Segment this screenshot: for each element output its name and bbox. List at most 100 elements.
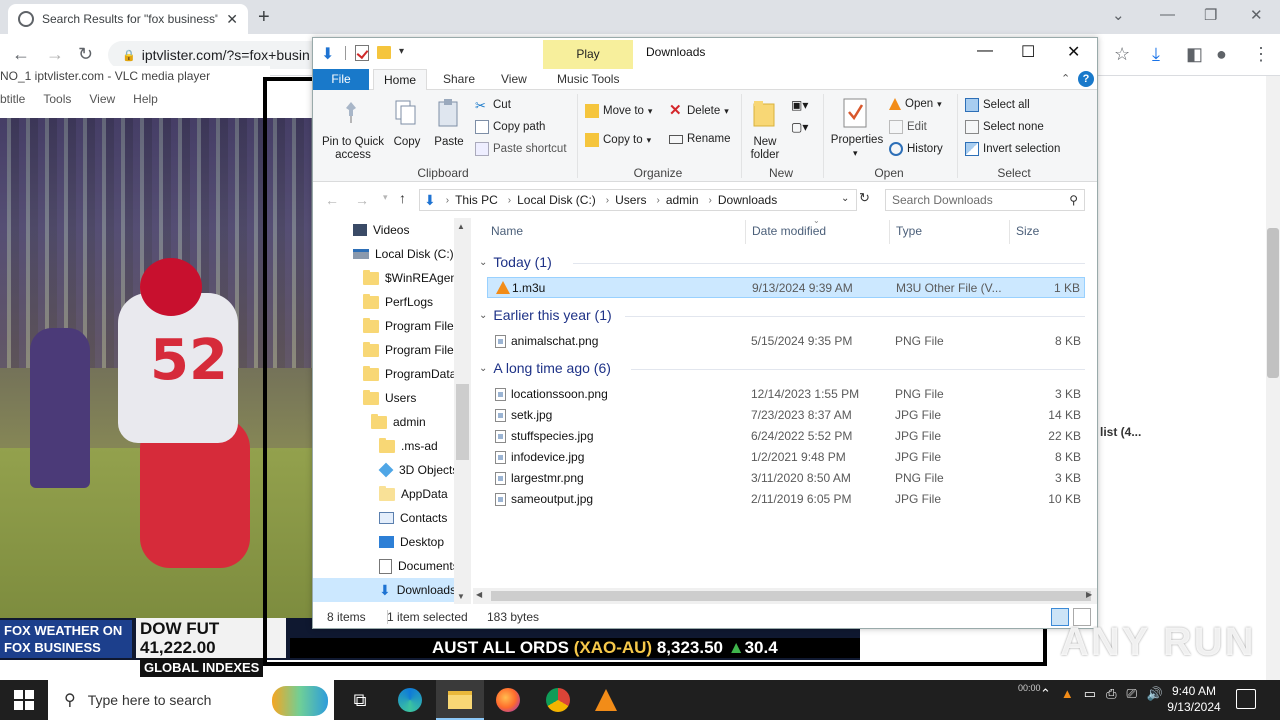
tab-share[interactable]: Share bbox=[443, 72, 475, 86]
web-page-text[interactable]: list (4... bbox=[1100, 425, 1141, 439]
tray-app-icon[interactable]: ▭ bbox=[1084, 686, 1096, 702]
nav-item-programdata[interactable]: ProgramData bbox=[363, 362, 456, 386]
nav-item-documents[interactable]: Documents bbox=[379, 554, 459, 578]
vlc-menu-help[interactable]: Help bbox=[133, 92, 158, 112]
breadcrumb[interactable]: ⬇ › This PC › Local Disk (C:) › Users › … bbox=[419, 189, 857, 211]
file-row[interactable]: animalschat.png 5/15/2024 9:35 PM PNG Fi… bbox=[487, 331, 1085, 352]
close-tab-icon[interactable]: ✕ bbox=[226, 11, 238, 28]
properties-button[interactable]: Properties bbox=[827, 134, 887, 147]
nav-item-admin[interactable]: admin bbox=[371, 410, 426, 434]
copy-to-button[interactable]: Copy to ▾ bbox=[585, 133, 651, 147]
browser-tab[interactable]: Search Results for "fox business" ✕ bbox=[8, 4, 248, 34]
page-scrollbar[interactable] bbox=[1266, 76, 1280, 680]
ribbon-collapse-icon[interactable]: ⌃ bbox=[1061, 72, 1070, 85]
scroll-down-arrow-icon[interactable]: ▼ bbox=[457, 592, 465, 601]
nav-item-3d-objects[interactable]: 3D Objects bbox=[378, 458, 458, 482]
tab-home[interactable]: Home bbox=[373, 69, 427, 90]
nav-item-winreagent[interactable]: $WinREAgent bbox=[363, 266, 460, 290]
back-arrow-icon[interactable]: ← bbox=[12, 44, 30, 65]
windows-start-icon[interactable] bbox=[14, 690, 34, 710]
vlc-menu-subtitle[interactable]: btitle bbox=[0, 92, 25, 112]
file-row[interactable]: 1.m3u 9/13/2024 9:39 AM M3U Other File (… bbox=[487, 277, 1085, 298]
kebab-menu-icon[interactable]: ⋮ bbox=[1252, 44, 1270, 65]
select-all-button[interactable]: Select all bbox=[965, 98, 1030, 112]
tab-music-tools[interactable]: Music Tools bbox=[557, 72, 619, 86]
easy-access-icon[interactable]: ▢▾ bbox=[791, 120, 813, 136]
horizontal-scrollbar-thumb[interactable] bbox=[491, 591, 1091, 601]
back-arrow-icon[interactable]: ← bbox=[325, 192, 339, 208]
explorer-close-button[interactable]: ✕ bbox=[1067, 42, 1080, 62]
group-header-earlier-this-year[interactable]: ⌄ Earlier this year (1) bbox=[479, 307, 612, 323]
minimize-button[interactable]: — bbox=[1160, 6, 1175, 23]
up-arrow-icon[interactable]: ↑ bbox=[399, 190, 406, 206]
taskbar-clock[interactable]: 9:40 AM 9/13/2024 bbox=[1162, 683, 1226, 715]
file-row[interactable]: setk.jpg 7/23/2023 8:37 AM JPG File 14 K… bbox=[487, 405, 1085, 426]
file-explorer-icon[interactable] bbox=[446, 686, 474, 714]
chevron-down-icon[interactable]: ⌄ bbox=[1112, 6, 1125, 24]
qa-dropdown-icon[interactable]: ▾ bbox=[399, 46, 404, 57]
profile-avatar-icon[interactable]: ● bbox=[1216, 44, 1227, 65]
breadcrumb-admin[interactable]: admin bbox=[666, 193, 699, 207]
close-button[interactable]: ✕ bbox=[1250, 6, 1263, 24]
group-header-today[interactable]: ⌄ Today (1) bbox=[479, 254, 552, 270]
copy-path-button[interactable]: Copy path bbox=[475, 120, 545, 134]
delete-button[interactable]: ✕ Delete ▾ bbox=[669, 103, 729, 118]
restore-button[interactable]: ❐ bbox=[1204, 6, 1217, 24]
nav-item-downloads[interactable]: ⬇ Downloads bbox=[313, 578, 456, 602]
open-button[interactable]: Open ▾ bbox=[889, 98, 942, 110]
tray-chevron-up-icon[interactable]: ⌃ bbox=[1040, 686, 1051, 702]
breadcrumb-this-pc[interactable]: This PC bbox=[455, 193, 498, 207]
edit-button[interactable]: Edit bbox=[889, 120, 927, 134]
volume-icon[interactable]: 🔊 bbox=[1147, 686, 1163, 702]
play-contextual-tab[interactable]: Play bbox=[543, 40, 633, 69]
nav-item-videos[interactable]: Videos bbox=[353, 218, 409, 242]
refresh-icon[interactable]: ↻ bbox=[859, 190, 870, 206]
page-scrollbar-thumb[interactable] bbox=[1267, 228, 1279, 378]
notification-icon[interactable] bbox=[1236, 689, 1256, 709]
invert-selection-button[interactable]: Invert selection bbox=[965, 142, 1060, 156]
forward-arrow-icon[interactable]: → bbox=[46, 44, 64, 65]
firefox-icon[interactable] bbox=[494, 686, 522, 714]
address-dropdown-icon[interactable]: ⌄ bbox=[841, 193, 849, 204]
pin-to-quick-access-button[interactable]: Pin to Quick access bbox=[317, 136, 389, 162]
tab-file[interactable]: File bbox=[313, 69, 369, 90]
network-icon[interactable]: ⎚ bbox=[1126, 686, 1136, 702]
nav-item-ms-ad[interactable]: .ms-ad bbox=[379, 434, 438, 458]
scroll-left-arrow-icon[interactable]: ◀ bbox=[476, 590, 482, 599]
file-row[interactable]: locationssoon.png 12/14/2023 1:55 PM PNG… bbox=[487, 384, 1085, 405]
nav-item-desktop[interactable]: Desktop bbox=[379, 530, 444, 554]
vlc-menu-view[interactable]: View bbox=[89, 92, 115, 112]
explorer-maximize-button[interactable]: ☐ bbox=[1021, 42, 1035, 62]
address-bar[interactable]: 🔒 iptvlister.com/?s=fox+busin bbox=[108, 41, 328, 69]
nav-item-perflogs[interactable]: PerfLogs bbox=[363, 290, 433, 314]
nav-item-appdata[interactable]: AppData bbox=[379, 482, 448, 506]
nav-item-contacts[interactable]: Contacts bbox=[379, 506, 447, 530]
reload-icon[interactable]: ↻ bbox=[78, 44, 93, 65]
sidepanel-icon[interactable]: ◧ bbox=[1186, 44, 1203, 65]
breadcrumb-local-disk[interactable]: Local Disk (C:) bbox=[517, 193, 596, 207]
paste-shortcut-button[interactable]: Paste shortcut bbox=[475, 142, 567, 156]
recent-dropdown-icon[interactable]: ▾ bbox=[383, 192, 388, 203]
properties-dropdown-icon[interactable]: ▾ bbox=[853, 148, 858, 159]
bookmark-star-icon[interactable]: ☆ bbox=[1114, 44, 1130, 65]
chrome-icon[interactable] bbox=[544, 686, 572, 714]
file-row[interactable]: sameoutput.jpg 2/11/2019 6:05 PM JPG Fil… bbox=[487, 489, 1085, 510]
file-row[interactable]: infodevice.jpg 1/2/2021 9:48 PM JPG File… bbox=[487, 447, 1085, 468]
download-icon[interactable]: ⤓ bbox=[1152, 44, 1160, 65]
taskbar-search-input[interactable]: ⚲ Type here to search bbox=[48, 680, 334, 720]
new-item-icon[interactable]: ▣▾ bbox=[791, 98, 813, 114]
nav-item-users[interactable]: Users bbox=[363, 386, 416, 410]
breadcrumb-users[interactable]: Users bbox=[615, 193, 646, 207]
paste-button[interactable]: Paste bbox=[431, 136, 467, 149]
column-header-name[interactable]: Name bbox=[491, 224, 523, 238]
column-header-type[interactable]: Type bbox=[896, 224, 922, 238]
nav-scrollbar-thumb[interactable] bbox=[456, 384, 469, 460]
task-view-icon[interactable]: ⧉ bbox=[346, 686, 374, 714]
column-header-size[interactable]: Size bbox=[1016, 224, 1039, 238]
history-button[interactable]: History bbox=[889, 142, 943, 156]
new-folder-icon[interactable] bbox=[377, 46, 391, 59]
tray-vlc-icon[interactable]: ▲ bbox=[1061, 686, 1074, 702]
group-header-long-time-ago[interactable]: ⌄ A long time ago (6) bbox=[479, 360, 611, 376]
vlc-menu-tools[interactable]: Tools bbox=[43, 92, 71, 112]
explorer-minimize-button[interactable]: — bbox=[977, 42, 993, 60]
